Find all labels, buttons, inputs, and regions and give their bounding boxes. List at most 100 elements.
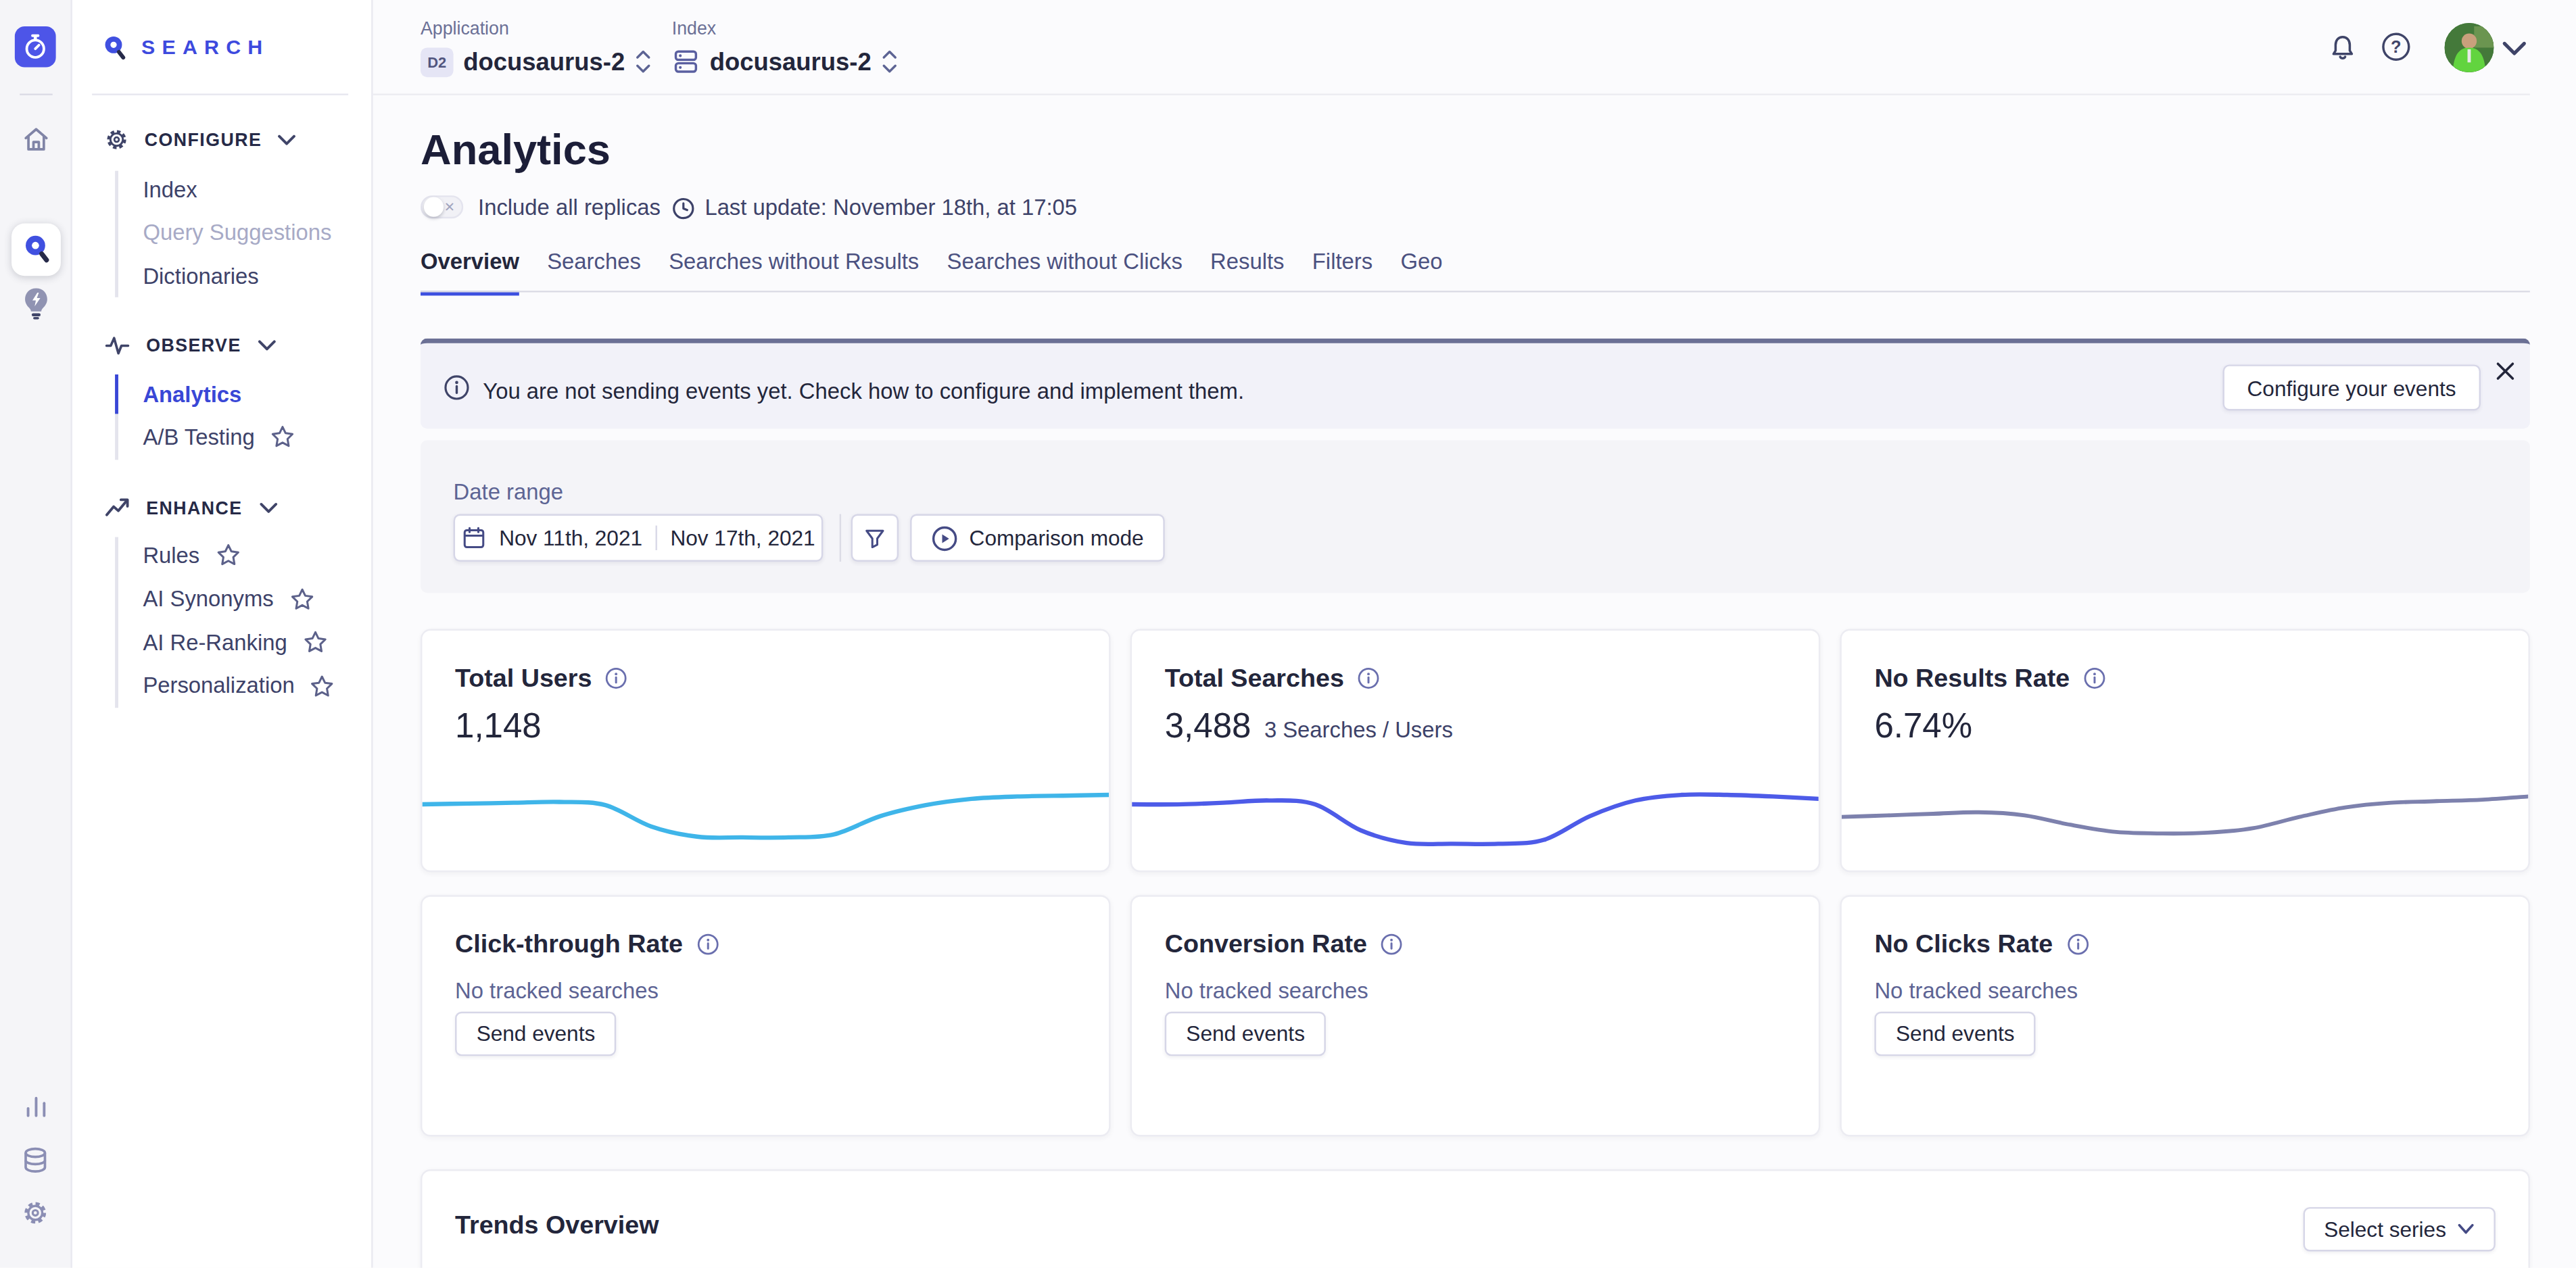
section-items-line <box>115 171 118 297</box>
rail-search-active[interactable] <box>11 223 61 276</box>
metric-card-conversion-rate: Conversion Rate No tracked searches Send… <box>1130 895 1821 1136</box>
include-replicas-toggle[interactable]: ✕ <box>421 195 462 218</box>
select-series-button[interactable]: Select series <box>2303 1207 2496 1252</box>
chevron-down-icon <box>258 339 276 351</box>
index-label: Index <box>672 18 716 38</box>
filter-icon <box>863 526 887 550</box>
trends-overview-card: Trends Overview Select series <box>421 1169 2530 1268</box>
sidebar-item-personalization[interactable]: Personalization <box>143 669 334 702</box>
date-range-label: Date range <box>454 480 563 504</box>
metric-card-no-results-rate: No Results Rate 6.74% <box>1840 629 2530 873</box>
tab-filters[interactable]: Filters <box>1312 249 1373 294</box>
date-range-panel: Date range Nov 11th, 2021 Nov 17th, 2021 <box>421 440 2530 593</box>
metric-card-click-through-rate: Click-through Rate No tracked searches S… <box>421 895 1111 1136</box>
account-chevron-icon[interactable] <box>2502 41 2527 56</box>
section-label: ENHANCE <box>146 497 242 517</box>
sidebar-item-dictionaries[interactable]: Dictionaries <box>143 260 258 293</box>
main-area: Application D2 docusaurus-2 Index docusa… <box>373 0 2576 1268</box>
sidebar: SEARCH CONFIGURE Index Query Suggestions… <box>72 0 373 1268</box>
events-banner: You are not sending events yet. Check ho… <box>421 339 2530 429</box>
no-results-sparkline <box>1842 772 2529 857</box>
usage-chart-icon[interactable] <box>23 1094 49 1120</box>
comparison-icon <box>932 525 958 551</box>
application-selector[interactable]: D2 docusaurus-2 <box>421 46 651 77</box>
updown-chevrons-icon <box>883 49 898 74</box>
info-icon[interactable] <box>696 933 719 956</box>
index-icon <box>672 47 700 75</box>
search-logo-icon <box>99 31 130 66</box>
updown-chevrons-icon <box>636 49 651 74</box>
date-separator <box>656 526 657 550</box>
panel-separator <box>840 514 841 562</box>
sidebar-item-query-suggestions[interactable]: Query Suggestions <box>143 215 331 248</box>
close-icon[interactable] <box>2496 362 2515 381</box>
sidebar-item-ai-synonyms[interactable]: AI Synonyms <box>143 582 313 615</box>
recommend-icon[interactable] <box>22 286 51 320</box>
info-icon[interactable] <box>605 666 628 689</box>
tab-overview[interactable]: Overview <box>421 249 519 294</box>
section-items-line <box>115 537 118 708</box>
star-icon <box>271 425 294 448</box>
sidebar-item-rules[interactable]: Rules <box>143 539 239 572</box>
date-end: Nov 17th, 2021 <box>670 526 815 550</box>
section-observe[interactable]: OBSERVE <box>105 333 276 356</box>
rail-divider <box>20 93 53 95</box>
send-events-button[interactable]: Send events <box>1165 1012 1327 1056</box>
product-title: SEARCH <box>141 36 269 59</box>
info-icon <box>444 374 470 401</box>
sidebar-item-analytics[interactable]: Analytics <box>143 378 241 411</box>
info-icon[interactable] <box>1380 933 1403 956</box>
star-icon <box>290 587 313 610</box>
star-icon <box>216 543 239 566</box>
sidebar-item-ai-reranking[interactable]: AI Re-Ranking <box>143 626 327 659</box>
date-start: Nov 11th, 2021 <box>499 526 642 550</box>
settings-gear-icon[interactable] <box>22 1199 49 1227</box>
gear-icon <box>105 128 128 151</box>
avatar-image <box>2445 23 2494 72</box>
send-events-button[interactable]: Send events <box>1874 1012 2036 1056</box>
calendar-icon <box>461 526 485 550</box>
send-events-button[interactable]: Send events <box>455 1012 617 1056</box>
comparison-mode-button[interactable]: Comparison mode <box>910 514 1165 562</box>
section-configure[interactable]: CONFIGURE <box>105 128 297 151</box>
section-enhance[interactable]: ENHANCE <box>105 496 277 519</box>
chevron-down-icon <box>279 134 297 145</box>
analytics-tabs: Overview Searches Searches without Resul… <box>421 249 1471 294</box>
chevron-down-icon <box>259 502 277 513</box>
info-icon[interactable] <box>1357 666 1380 689</box>
metric-card-no-clicks-rate: No Clicks Rate No tracked searches Send … <box>1840 895 2530 1136</box>
section-label: OBSERVE <box>146 335 241 355</box>
notifications-bell-icon[interactable] <box>2328 33 2358 63</box>
info-icon[interactable] <box>2066 933 2089 956</box>
app-rail <box>0 0 72 1268</box>
sidebar-item-index[interactable]: Index <box>143 172 197 205</box>
tab-searches-without-results[interactable]: Searches without Results <box>669 249 919 294</box>
tab-searches-without-clicks[interactable]: Searches without Clicks <box>947 249 1183 294</box>
toggle-knob <box>423 197 444 217</box>
total-users-sparkline <box>422 772 1109 857</box>
data-icon[interactable] <box>22 1146 49 1174</box>
last-update: Last update: November 18th, at 17:05 <box>705 195 1077 220</box>
tab-results[interactable]: Results <box>1210 249 1284 294</box>
header-divider <box>373 93 2530 95</box>
clock-icon <box>672 196 695 219</box>
info-icon[interactable] <box>2083 666 2106 689</box>
date-range-picker[interactable]: Nov 11th, 2021 Nov 17th, 2021 <box>454 514 824 562</box>
application-badge: D2 <box>421 47 454 76</box>
search-product-icon <box>18 230 54 269</box>
chevron-down-icon <box>2458 1223 2474 1235</box>
application-label: Application <box>421 18 509 38</box>
app-logo-tile[interactable] <box>15 26 56 68</box>
sidebar-item-ab-testing[interactable]: A/B Testing <box>143 420 294 454</box>
configure-events-button[interactable]: Configure your events <box>2222 364 2481 410</box>
tab-geo[interactable]: Geo <box>1400 249 1442 294</box>
home-icon[interactable] <box>22 125 51 155</box>
help-icon[interactable]: ? <box>2381 31 2412 62</box>
toggle-label: Include all replicas <box>478 195 661 220</box>
index-selector[interactable]: docusaurus-2 <box>672 46 898 77</box>
tab-searches[interactable]: Searches <box>547 249 641 294</box>
filter-button[interactable] <box>851 514 899 562</box>
avatar[interactable] <box>2445 23 2494 72</box>
svg-text:?: ? <box>2391 37 2402 56</box>
star-icon <box>311 674 334 697</box>
